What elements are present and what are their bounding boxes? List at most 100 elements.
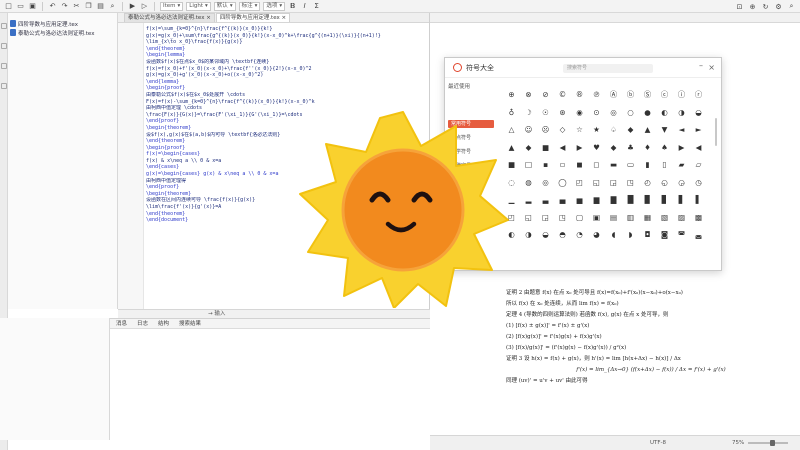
symbol-cell[interactable]: ▰ <box>673 156 690 174</box>
symbol-cell[interactable]: ▶ <box>571 139 588 157</box>
symbol-cell[interactable]: ☆ <box>571 121 588 139</box>
symbol-cell[interactable]: ▦ <box>639 209 656 227</box>
symbol-cell[interactable]: ▬ <box>605 156 622 174</box>
symbol-cell[interactable]: ◱ <box>588 174 605 192</box>
symbol-cell[interactable]: Ⓢ <box>639 86 656 104</box>
zoom-slider[interactable] <box>748 440 788 446</box>
symbol-cell[interactable]: ◑ <box>520 226 537 244</box>
tab-log[interactable]: 日志 <box>137 319 148 328</box>
symbol-cell[interactable]: ◇ <box>554 121 571 139</box>
item-combo[interactable]: Item ▾ <box>160 1 184 11</box>
symbol-cell[interactable]: ◗ <box>622 226 639 244</box>
redo-icon[interactable]: ↷ <box>60 2 69 11</box>
symbol-cell[interactable]: ◄ <box>673 121 690 139</box>
symbol-cell[interactable]: ◔ <box>571 226 588 244</box>
symbol-cell[interactable]: ▲ <box>639 121 656 139</box>
symbol-cell[interactable]: ⓑ <box>622 86 639 104</box>
symbol-cell[interactable]: ◼ <box>571 156 588 174</box>
symbol-cell[interactable]: ▊ <box>656 191 673 209</box>
tab-structure[interactable]: 结构 <box>158 319 169 328</box>
symbol-cell[interactable]: ⊙ <box>588 104 605 122</box>
code-line[interactable]: F(x)=f(x)-\sum_{k=0}^{n}\frac{f^{(k)}(x_… <box>146 99 426 106</box>
option-combo[interactable]: 选项 ▾ <box>263 1 286 11</box>
code-line[interactable]: 由泰勒公式$f(x)$在$x_0$处展开 \cdots <box>146 92 426 99</box>
symbol-cell[interactable]: ℗ <box>588 86 605 104</box>
symbol-cell[interactable]: ⓡ <box>690 86 707 104</box>
symbol-cell[interactable]: ◵ <box>656 174 673 192</box>
symbol-cell[interactable]: ▯ <box>656 156 673 174</box>
symbol-cell[interactable]: ◶ <box>673 174 690 192</box>
symbol-cell[interactable]: ▉ <box>639 191 656 209</box>
zoom-slider-handle[interactable] <box>770 440 775 446</box>
symbol-cell[interactable]: ■ <box>537 139 554 157</box>
symbol-cell[interactable]: ☽ <box>520 104 537 122</box>
symbol-cell[interactable]: ◛ <box>690 226 707 244</box>
symbol-cell[interactable]: ◐ <box>656 104 673 122</box>
code-line[interactable]: f(x)=f(x_0)+f'(x_0)(x-x_0)+\frac{f''(x_0… <box>146 66 426 73</box>
bold-icon[interactable]: 𝐁 <box>288 2 297 11</box>
code-line[interactable]: \end{theorem} <box>146 46 426 53</box>
find-icon[interactable]: ⌕ <box>108 2 117 11</box>
symbol-cell[interactable]: ▇ <box>605 191 622 209</box>
symbol-cell[interactable]: ♠ <box>656 139 673 157</box>
symbol-cell[interactable]: ◷ <box>690 174 707 192</box>
structure-icon[interactable] <box>1 23 7 29</box>
symbol-cell[interactable]: ▪ <box>537 156 554 174</box>
symbol-cell[interactable]: █ <box>622 191 639 209</box>
symbol-cell[interactable]: ► <box>690 121 707 139</box>
symbol-cell[interactable]: ◯ <box>554 174 571 192</box>
symbol-cell[interactable]: ◲ <box>537 209 554 227</box>
symbol-cell[interactable]: ◳ <box>554 209 571 227</box>
search-icon[interactable]: ⌕ <box>787 2 796 11</box>
symbol-cell[interactable]: □ <box>520 156 537 174</box>
symbol-cell[interactable]: ☹ <box>537 121 554 139</box>
symbol-cell[interactable]: ▅ <box>571 191 588 209</box>
code-line[interactable]: \begin{proof} <box>146 85 426 92</box>
symbol-cell[interactable]: ▨ <box>673 209 690 227</box>
files-icon[interactable] <box>1 83 7 89</box>
code-line[interactable]: g(x)=g(x_0)+g'(x_0)(x-x_0)+o((x-x_0)^2) <box>146 72 426 79</box>
symbol-cell[interactable]: ☉ <box>537 104 554 122</box>
symbol-cell[interactable]: ◲ <box>605 174 622 192</box>
editor-tab-active[interactable]: 四阶导数与应用定理.tex × <box>215 13 291 22</box>
symbol-cell[interactable]: Ⓐ <box>605 86 622 104</box>
symbol-cell[interactable]: ♥ <box>588 139 605 157</box>
symbol-cell[interactable]: ○ <box>622 104 639 122</box>
symbol-cell[interactable]: ◆ <box>605 139 622 157</box>
view-pdf-icon[interactable]: ▷ <box>140 2 149 11</box>
symbol-cell[interactable]: ▶ <box>673 139 690 157</box>
symbol-cell[interactable]: ⊛ <box>554 104 571 122</box>
symbol-cell[interactable]: ♤ <box>605 121 622 139</box>
symbol-cell[interactable]: ◱ <box>520 209 537 227</box>
symbol-search-input[interactable]: 搜索符号 <box>563 64 653 73</box>
symbol-cell[interactable]: ▃ <box>537 191 554 209</box>
symbol-cell[interactable]: ▢ <box>571 209 588 227</box>
editor-tab[interactable]: 泰勒公式与洛必达法则证明.tex × <box>124 13 215 22</box>
symbol-cell[interactable]: ◑ <box>673 104 690 122</box>
symbol-cell[interactable]: ⊗ <box>520 86 537 104</box>
symbol-cell[interactable]: ◕ <box>588 226 605 244</box>
style-combo[interactable]: 默认 ▾ <box>213 1 236 11</box>
copy-icon[interactable]: ❐ <box>84 2 93 11</box>
code-line[interactable]: \begin{lemma} <box>146 52 426 59</box>
open-folder-icon[interactable]: ▭ <box>16 2 25 11</box>
symbol-cell[interactable]: ◉ <box>571 104 588 122</box>
symbol-cell[interactable]: ▭ <box>622 156 639 174</box>
symbol-cell[interactable]: © <box>554 86 571 104</box>
symbol-cell[interactable]: ⊘ <box>537 86 554 104</box>
symbol-cell[interactable]: ◚ <box>673 226 690 244</box>
save-icon[interactable]: ▣ <box>28 2 37 11</box>
code-line[interactable]: \end{lemma} <box>146 79 426 86</box>
symbol-cell[interactable]: ◀ <box>690 139 707 157</box>
zoom-icon[interactable]: ⊕ <box>748 2 757 11</box>
symbol-cell[interactable]: ♣ <box>622 139 639 157</box>
symbol-cell[interactable]: ⊕ <box>503 86 520 104</box>
symbol-cell[interactable]: ▼ <box>656 121 673 139</box>
symbol-cell[interactable]: ® <box>571 86 588 104</box>
symbol-cell[interactable]: ★ <box>588 121 605 139</box>
tab-search-results[interactable]: 搜索结果 <box>179 319 201 328</box>
symbol-cell[interactable]: ▧ <box>656 209 673 227</box>
code-line[interactable]: g(x)=g(x_0)+\sum\frac{g^{(k)}(x_0)}{k!}(… <box>146 33 426 40</box>
symbol-cell[interactable]: ▩ <box>690 209 707 227</box>
build-icon[interactable]: ▶ <box>128 2 137 11</box>
